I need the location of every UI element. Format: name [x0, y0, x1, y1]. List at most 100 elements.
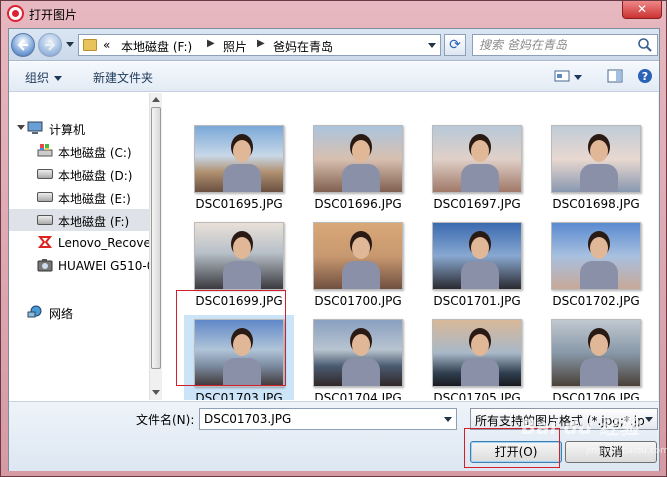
sidebar-item-drive-d[interactable]: 本地磁盘 (D:)	[9, 163, 149, 185]
sidebar-label: 本地磁盘 (C:)	[58, 146, 132, 160]
person-figure	[590, 140, 608, 162]
file-thumbnail[interactable]: DSC01696.JPG	[303, 121, 413, 217]
refresh-button[interactable]: ⟳	[444, 34, 466, 56]
sidebar-label-network: 网络	[49, 307, 74, 321]
file-name: DSC01701.JPG	[433, 294, 521, 308]
file-type-dropdown-icon[interactable]	[645, 417, 653, 422]
photo-thumbnail-image	[313, 319, 403, 387]
person-body	[461, 164, 499, 192]
drive-icon	[37, 192, 53, 202]
sidebar-label-computer: 计算机	[49, 123, 86, 137]
file-thumbnail[interactable]: DSC01695.JPG	[184, 121, 294, 217]
navigation-pane: 计算机 本地磁盘 (C:) 本地磁盘 (D:) 本地磁盘 (E:) 本地磁盘 (…	[9, 93, 162, 400]
file-thumbnail[interactable]: DSC01698.JPG	[541, 121, 651, 217]
file-thumbnail[interactable]: DSC01705.JPG	[422, 315, 532, 400]
person-figure	[590, 237, 608, 259]
sidebar-label: HUAWEI G510-0010	[58, 259, 149, 273]
search-input[interactable]	[479, 37, 629, 53]
person-body	[580, 358, 618, 386]
view-options-icon[interactable]	[554, 68, 570, 84]
person-body	[342, 164, 380, 192]
forward-button[interactable]	[38, 33, 62, 57]
system-drive-icon	[37, 144, 53, 157]
photo-thumbnail-image	[551, 319, 641, 387]
person-body	[461, 358, 499, 386]
breadcrumb-separator-icon[interactable]: ▶	[257, 38, 265, 49]
file-name: DSC01695.JPG	[195, 197, 283, 211]
address-dropdown-icon[interactable]	[428, 43, 436, 48]
breadcrumb-photos[interactable]: 照片	[223, 38, 247, 55]
file-name: DSC01698.JPG	[552, 197, 640, 211]
person-body	[580, 164, 618, 192]
sidebar-item-network[interactable]: 网络	[9, 301, 149, 323]
expand-arrow-icon[interactable]	[17, 125, 25, 130]
file-thumbnail[interactable]: DSC01697.JPG	[422, 121, 532, 217]
photo-thumbnail-image	[313, 125, 403, 193]
sidebar-item-huawei-device[interactable]: HUAWEI G510-0010	[9, 255, 149, 277]
title-bar[interactable]: 打开图片 ✕	[1, 1, 666, 27]
sidebar-label: 本地磁盘 (D:)	[58, 169, 133, 183]
selected-file-highlight	[176, 290, 286, 386]
file-thumbnail[interactable]: DSC01706.JPG	[541, 315, 651, 400]
organize-label: 组织	[25, 71, 50, 85]
file-thumbnail[interactable]: DSC01700.JPG	[303, 218, 413, 314]
search-box[interactable]	[472, 34, 658, 56]
filename-input[interactable]: DSC01703.JPG	[199, 408, 457, 430]
address-bar[interactable]: « 本地磁盘 (F:) ▶ 照片 ▶ 爸妈在青岛	[78, 34, 441, 56]
open-image-dialog: 打开图片 ✕ « 本地磁盘 (F:) ▶ 照片 ▶ 爸妈在青岛 ⟳ 搜索 爸妈在…	[0, 0, 667, 477]
file-list-scrollbar[interactable]	[658, 93, 659, 400]
file-name: DSC01706.JPG	[552, 391, 640, 400]
close-button[interactable]: ✕	[622, 1, 662, 19]
breadcrumb-drive-f[interactable]: 本地磁盘 (F:)	[121, 38, 192, 55]
sidebar-label: 本地磁盘 (F:)	[58, 215, 130, 229]
photo-thumbnail-image	[551, 222, 641, 290]
breadcrumb-separator-icon[interactable]: ▶	[207, 38, 215, 49]
person-figure	[352, 237, 370, 259]
person-body	[342, 261, 380, 289]
breadcrumb-overflow[interactable]: «	[103, 38, 110, 52]
sidebar-scroll-thumb[interactable]	[151, 107, 161, 369]
filename-dropdown-icon[interactable]	[444, 417, 452, 422]
new-folder-button[interactable]: 新建文件夹	[93, 69, 153, 86]
sidebar-scrollbar[interactable]	[149, 93, 162, 400]
file-name: DSC01705.JPG	[433, 391, 521, 400]
person-figure	[233, 237, 251, 259]
view-chevron-icon[interactable]	[574, 75, 582, 80]
filename-value: DSC01703.JPG	[204, 412, 292, 426]
file-thumbnail[interactable]: DSC01702.JPG	[541, 218, 651, 314]
scroll-up-icon[interactable]	[152, 97, 160, 102]
photo-thumbnail-image	[432, 125, 522, 193]
search-icon[interactable]	[637, 37, 653, 53]
organize-button[interactable]: 组织	[25, 69, 63, 86]
sidebar-item-drive-f[interactable]: 本地磁盘 (F:)	[9, 209, 149, 231]
person-body	[461, 261, 499, 289]
file-name: DSC01702.JPG	[552, 294, 640, 308]
breadcrumb-current-folder[interactable]: 爸妈在青岛	[273, 38, 333, 55]
arrow-left-icon	[17, 39, 28, 51]
recent-locations-chevron-icon[interactable]	[66, 42, 74, 47]
person-figure	[471, 334, 489, 356]
scroll-down-icon[interactable]	[152, 390, 160, 395]
photo-thumbnail-image	[194, 125, 284, 193]
person-body	[342, 358, 380, 386]
computer-icon	[27, 121, 43, 134]
sidebar-item-drive-c[interactable]: 本地磁盘 (C:)	[9, 140, 149, 162]
photo-thumbnail-image	[551, 125, 641, 193]
help-icon[interactable]: ?	[637, 68, 653, 84]
photo-thumbnail-image	[313, 222, 403, 290]
file-thumbnail[interactable]: DSC01704.JPG	[303, 315, 413, 400]
drive-icon	[37, 215, 53, 225]
sidebar-label: Lenovo_Recovery	[58, 236, 149, 250]
photo-thumbnail-image	[194, 222, 284, 290]
recovery-drive-icon	[37, 236, 53, 248]
sidebar-item-lenovo-recovery[interactable]: Lenovo_Recovery	[9, 232, 149, 254]
file-thumbnail[interactable]: DSC01701.JPG	[422, 218, 532, 314]
app-icon	[7, 5, 24, 22]
back-button[interactable]	[11, 33, 35, 57]
person-body	[223, 164, 261, 192]
preview-pane-icon[interactable]	[607, 68, 623, 84]
file-name: DSC01696.JPG	[314, 197, 402, 211]
sidebar-item-computer[interactable]: 计算机	[9, 117, 149, 139]
watermark-url: jingyan.baidu.com	[586, 446, 667, 456]
sidebar-item-drive-e[interactable]: 本地磁盘 (E:)	[9, 186, 149, 208]
